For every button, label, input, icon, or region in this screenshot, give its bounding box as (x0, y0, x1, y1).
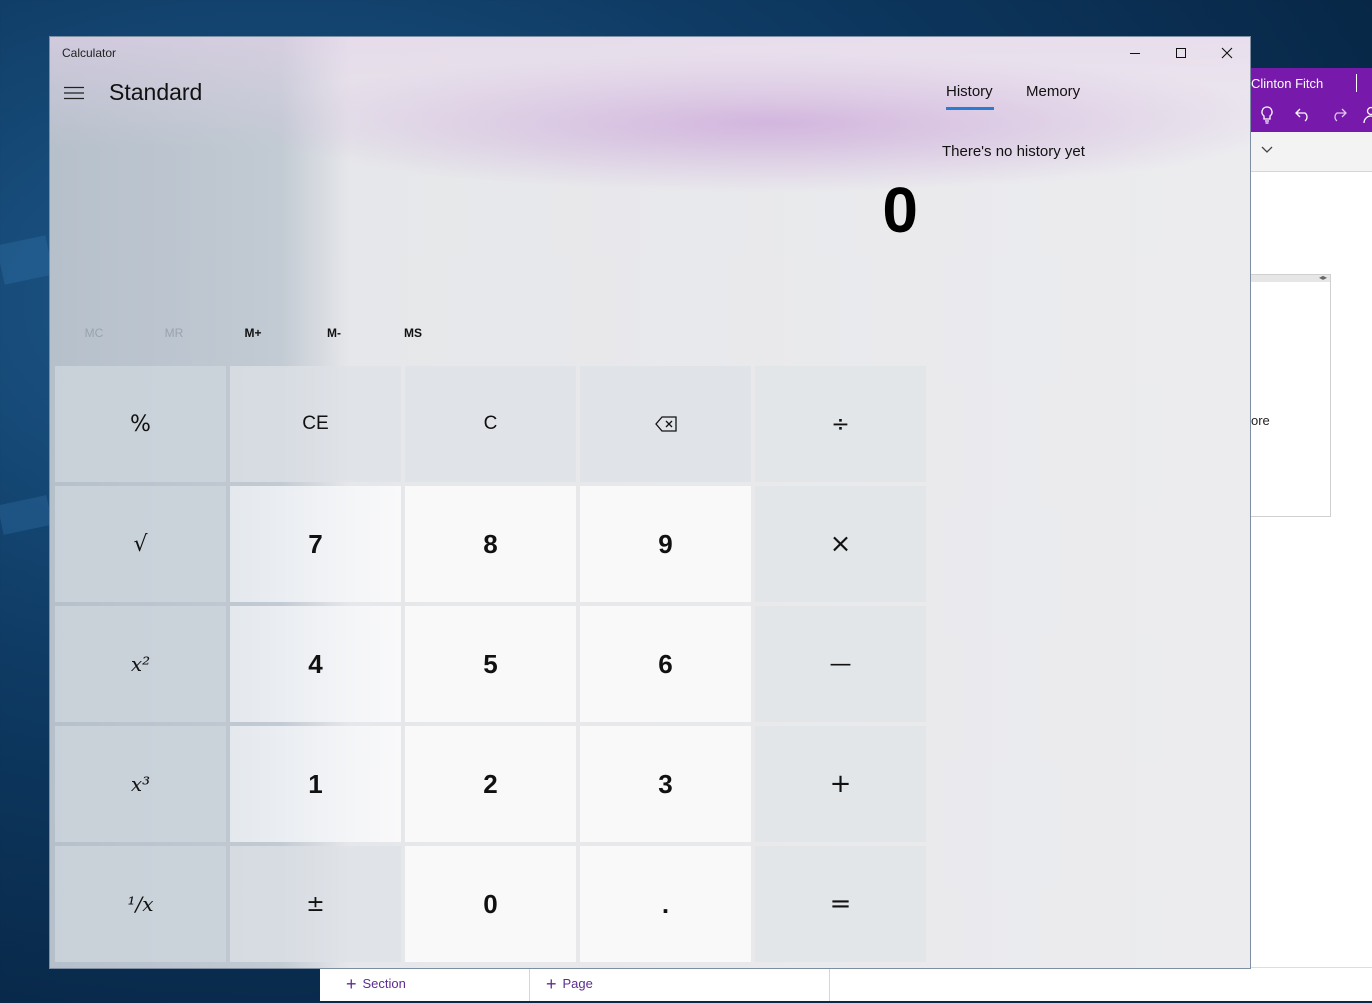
onenote-user-name[interactable]: Clinton Fitch (1251, 76, 1323, 91)
redo-icon[interactable] (1330, 106, 1348, 126)
memory-add-button[interactable]: M+ (213, 317, 293, 349)
onenote-partial-text: ore (1251, 413, 1270, 428)
window-title: Calculator (62, 46, 117, 60)
digit-8-button[interactable]: 8 (405, 486, 576, 602)
maximize-icon (1176, 48, 1186, 58)
digit-9-button[interactable]: 9 (580, 486, 751, 602)
title-bar[interactable]: Calculator (50, 37, 1250, 69)
navigation-menu-button[interactable] (60, 79, 88, 107)
cube-button[interactable]: x³ (55, 726, 226, 842)
square-root-button[interactable]: √ (55, 486, 226, 602)
maximize-button[interactable] (1158, 37, 1204, 69)
onenote-bottom-bar: + Section + Page (320, 967, 1372, 1003)
person-icon[interactable] (1363, 106, 1372, 128)
digit-3-button[interactable]: 3 (580, 726, 751, 842)
digit-4-button[interactable]: 4 (230, 606, 401, 722)
close-button[interactable] (1204, 37, 1250, 69)
plus-icon: + (346, 974, 357, 994)
clear-entry-button[interactable]: CE (230, 366, 401, 482)
mode-title: Standard (109, 79, 203, 105)
desktop-light-streak (0, 495, 53, 535)
memory-store-button[interactable]: MS (373, 317, 453, 349)
onenote-header: Clinton Fitch (1251, 68, 1372, 132)
lightbulb-icon[interactable] (1260, 106, 1274, 128)
digit-6-button[interactable]: 6 (580, 606, 751, 722)
add-section-button[interactable]: + Section (330, 968, 530, 1001)
reciprocal-button[interactable]: ¹/x (55, 846, 226, 962)
scroll-arrows-icon[interactable]: ◂▸ (1319, 273, 1327, 282)
digit-5-button[interactable]: 5 (405, 606, 576, 722)
clear-button[interactable]: C (405, 366, 576, 482)
add-button[interactable]: + (755, 726, 926, 842)
history-empty-message: There's no history yet (942, 143, 1085, 160)
calculator-window: Calculator Standard 0 MC MR M+ M- MS % C… (49, 36, 1251, 969)
memory-controls: MC MR M+ M- MS (54, 317, 930, 349)
close-icon (1221, 47, 1233, 59)
memory-recall-button[interactable]: MR (134, 317, 214, 349)
tab-history-label: History (946, 83, 993, 100)
divide-button[interactable]: ÷ (755, 366, 926, 482)
backspace-icon (654, 416, 677, 432)
minimize-icon (1130, 53, 1140, 54)
memory-clear-button[interactable]: MC (54, 317, 134, 349)
tab-history[interactable]: History (946, 83, 994, 110)
result-display: 0 (882, 174, 918, 246)
onenote-ribbon (1251, 132, 1372, 172)
digit-1-button[interactable]: 1 (230, 726, 401, 842)
percent-button[interactable]: % (55, 366, 226, 482)
equals-button[interactable]: = (755, 846, 926, 962)
undo-icon[interactable] (1294, 106, 1312, 126)
plus-icon: + (546, 974, 557, 994)
chevron-down-icon[interactable] (1261, 142, 1273, 157)
desktop-light-streak (0, 235, 54, 285)
hamburger-icon (64, 86, 84, 100)
digit-7-button[interactable]: 7 (230, 486, 401, 602)
background-onenote-window: Clinton Fitch ◂▸ ore (1251, 68, 1372, 1003)
onenote-page-pane: ◂▸ ore (1251, 273, 1331, 517)
active-tab-indicator (946, 107, 994, 110)
digit-0-button[interactable]: 0 (405, 846, 576, 962)
backspace-button[interactable] (580, 366, 751, 482)
negate-button[interactable]: ± (230, 846, 401, 962)
tab-memory[interactable]: Memory (1026, 83, 1080, 100)
keypad: % CE C ÷ √ 7 8 9 × x² 4 5 6 — x³ 1 2 3 +… (54, 365, 928, 965)
add-section-label: Section (362, 976, 406, 991)
memory-subtract-button[interactable]: M- (294, 317, 374, 349)
square-button[interactable]: x² (55, 606, 226, 722)
add-page-label: Page (562, 976, 593, 991)
digit-2-button[interactable]: 2 (405, 726, 576, 842)
multiply-button[interactable]: × (755, 486, 926, 602)
onenote-header-divider (1356, 74, 1357, 92)
onenote-pane-scrollbar[interactable]: ◂▸ (1251, 273, 1330, 282)
subtract-button[interactable]: — (755, 606, 926, 722)
decimal-button[interactable]: . (580, 846, 751, 962)
add-page-button[interactable]: + Page (530, 968, 830, 1001)
minimize-button[interactable] (1112, 37, 1158, 69)
